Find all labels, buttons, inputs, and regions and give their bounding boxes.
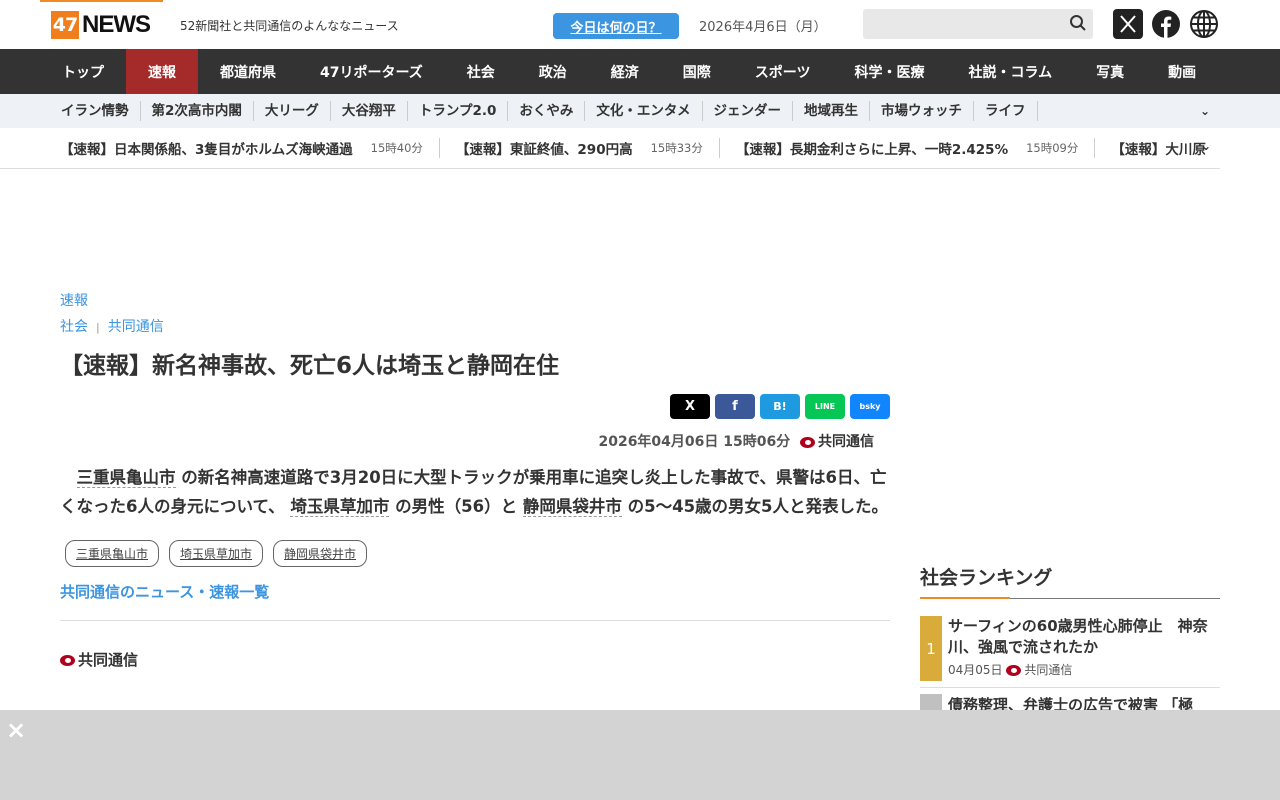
site-header: 47 NEWS 52新聞社と共同通信のよんななニュース 今日は何の日？ 2026… bbox=[0, 0, 1280, 49]
rank-number: 1 bbox=[920, 616, 942, 681]
ranking-date: 04月05日 bbox=[948, 663, 1003, 677]
share-x-button[interactable]: X bbox=[670, 394, 710, 419]
ticker-item[interactable]: 【速報】日本関係船、3隻目がホルムズ海峡通過 15時40分 bbox=[60, 138, 440, 158]
ranking-item[interactable]: 1 サーフィンの60歳男性心肺停止 神奈川、強風で流されたか 04月05日 共同… bbox=[920, 616, 1220, 688]
ticker-title: 【速報】長期金利さらに上昇、一時2.425% bbox=[735, 142, 1009, 158]
body-text: の男性（56）と bbox=[389, 497, 523, 516]
ad-overlay: × bbox=[0, 710, 1280, 800]
separator: | bbox=[96, 321, 100, 334]
tagline: 52新聞社と共同通信のよんななニュース bbox=[180, 19, 399, 33]
section-link[interactable]: 社会 bbox=[60, 319, 88, 335]
search-input[interactable] bbox=[863, 9, 1093, 39]
share-facebook-button[interactable]: f bbox=[715, 394, 755, 419]
site-logo[interactable]: 47 NEWS bbox=[51, 11, 151, 39]
chevron-down-icon[interactable]: ⌄ bbox=[1200, 104, 1210, 118]
subnav-item[interactable]: ライフ bbox=[974, 101, 1038, 121]
search-icon[interactable] bbox=[1069, 14, 1087, 36]
place-link[interactable]: 三重県亀山市 bbox=[76, 468, 176, 488]
nav-item[interactable]: 国際 bbox=[661, 49, 733, 94]
tag[interactable]: 静岡県袋井市 bbox=[273, 540, 368, 567]
ticker-item[interactable]: 【速報】東証終値、290円高 15時33分 bbox=[456, 138, 720, 158]
footer-source: 共同通信 bbox=[78, 651, 139, 669]
subnav-item[interactable]: 地域再生 bbox=[793, 101, 871, 121]
subnav-item[interactable]: 大リーグ bbox=[254, 101, 331, 121]
current-date: 2026年4月6日（月） bbox=[699, 20, 827, 35]
facebook-icon[interactable] bbox=[1151, 9, 1181, 39]
share-buttons: X f B! LINE bsky bbox=[60, 394, 890, 419]
share-bluesky-button[interactable]: bsky bbox=[850, 394, 890, 419]
nav-item[interactable]: 都道府県 bbox=[198, 49, 298, 94]
logo-number: 47 bbox=[51, 11, 79, 39]
body-text: の5〜45歳の男女5人と発表した。 bbox=[621, 497, 889, 516]
article-datetime: 2026年04月06日 15時06分 bbox=[598, 434, 791, 450]
subnav-item[interactable]: 文化・エンタメ bbox=[585, 101, 703, 121]
subnav-item[interactable]: 第2次高市内閣 bbox=[141, 101, 254, 121]
nav-item[interactable]: 社会 bbox=[445, 49, 517, 94]
share-hatena-button[interactable]: B! bbox=[760, 394, 800, 419]
share-line-button[interactable]: LINE bbox=[805, 394, 845, 419]
nav-item[interactable]: トップ bbox=[40, 49, 126, 94]
ranking-heading: 社会ランキング bbox=[920, 563, 1220, 599]
article: 速報 社会 | 共同通信 【速報】新名神事故、死亡6人は埼玉と静岡在住 X f B!… bbox=[60, 290, 890, 670]
accent-line bbox=[40, 0, 163, 2]
place-link[interactable]: 埼玉県草加市 bbox=[290, 497, 390, 517]
subnav-item[interactable]: おくやみ bbox=[508, 101, 586, 121]
sub-nav: イラン情勢 第2次高市内閣 大リーグ 大谷翔平 トランプ2.0 おくやみ 文化・エンタメ ジェ… bbox=[0, 94, 1280, 128]
x-icon[interactable] bbox=[1113, 9, 1143, 39]
ticker-title: 【速報】大川原 bbox=[1111, 142, 1206, 158]
news-ticker: 【速報】日本関係船、3隻目がホルムズ海峡通過 15時40分 【速報】東証終値、290… bbox=[0, 128, 1220, 169]
nav-item[interactable]: 写真 bbox=[1074, 49, 1146, 94]
provider: 共同通信 bbox=[818, 434, 874, 450]
ticker-title: 【速報】東証終値、290円高 bbox=[455, 142, 633, 158]
subnav-item[interactable]: 大谷翔平 bbox=[331, 101, 408, 121]
ticker-title: 【速報】日本関係船、3隻目がホルムズ海峡通過 bbox=[60, 142, 353, 158]
logo-text: NEWS bbox=[82, 11, 151, 38]
nav-item[interactable]: 社説・コラム bbox=[947, 49, 1075, 94]
ticker-chevron-down-icon[interactable]: ⌄ bbox=[1201, 139, 1211, 153]
kyodo-logo-icon bbox=[800, 436, 815, 448]
tag-list: 三重県亀山市 埼玉県草加市 静岡県袋井市 bbox=[60, 540, 890, 567]
ticker-time: 15時33分 bbox=[650, 141, 703, 155]
globe-icon[interactable] bbox=[1189, 9, 1219, 39]
place-link[interactable]: 静岡県袋井市 bbox=[522, 497, 622, 517]
ranking-title[interactable]: サーフィンの60歳男性心肺停止 神奈川、強風で流されたか bbox=[948, 616, 1220, 658]
subnav-item[interactable]: トランプ2.0 bbox=[408, 101, 509, 121]
ticker-time: 15時40分 bbox=[370, 141, 423, 155]
kyodo-logo-icon bbox=[1006, 665, 1022, 676]
ranking-sidebar: 社会ランキング 1 サーフィンの60歳男性心肺停止 神奈川、強風で流されたか 0… bbox=[920, 563, 1220, 715]
subnav-item[interactable]: イラン情勢 bbox=[50, 101, 141, 121]
nav-item[interactable]: 速報 bbox=[126, 49, 198, 94]
subnav-item[interactable]: ジェンダー bbox=[703, 101, 794, 121]
kyodo-logo-icon bbox=[60, 655, 75, 666]
today-button[interactable]: 今日は何の日？ bbox=[553, 13, 679, 39]
main-nav: トップ 速報 都道府県 47リポーターズ 社会 政治 経済 国際 スポーツ 科学・医療 社説・コラム… bbox=[0, 49, 1280, 94]
tag[interactable]: 三重県亀山市 bbox=[65, 540, 160, 567]
tag[interactable]: 埼玉県草加市 bbox=[169, 540, 264, 567]
article-body: 三重県亀山市 の新名神高速道路で3月20日に大型トラックが乗用車に追突し炎上した… bbox=[60, 463, 890, 521]
article-title: 【速報】新名神事故、死亡6人は埼玉と静岡在住 bbox=[60, 353, 560, 379]
nav-item[interactable]: 47リポーターズ bbox=[298, 49, 445, 94]
nav-item[interactable]: 経済 bbox=[589, 49, 661, 94]
category-link[interactable]: 速報 bbox=[60, 290, 890, 310]
nav-item[interactable]: 動画 bbox=[1146, 49, 1218, 94]
subnav-item[interactable]: 市場ウォッチ bbox=[870, 101, 975, 121]
nav-item[interactable]: 政治 bbox=[517, 49, 589, 94]
close-icon[interactable]: × bbox=[6, 716, 26, 744]
divider bbox=[60, 620, 890, 621]
ticker-time: 15時09分 bbox=[1026, 141, 1079, 155]
nav-item[interactable]: 科学・医療 bbox=[833, 49, 947, 94]
ticker-item[interactable]: 【速報】長期金利さらに上昇、一時2.425% 15時09分 bbox=[736, 138, 1096, 158]
nav-item[interactable]: スポーツ bbox=[733, 49, 833, 94]
more-news-link[interactable]: 共同通信のニュース・速報一覧 bbox=[60, 581, 890, 602]
ranking-source: 共同通信 bbox=[1024, 663, 1073, 677]
source-link[interactable]: 共同通信 bbox=[108, 319, 164, 335]
